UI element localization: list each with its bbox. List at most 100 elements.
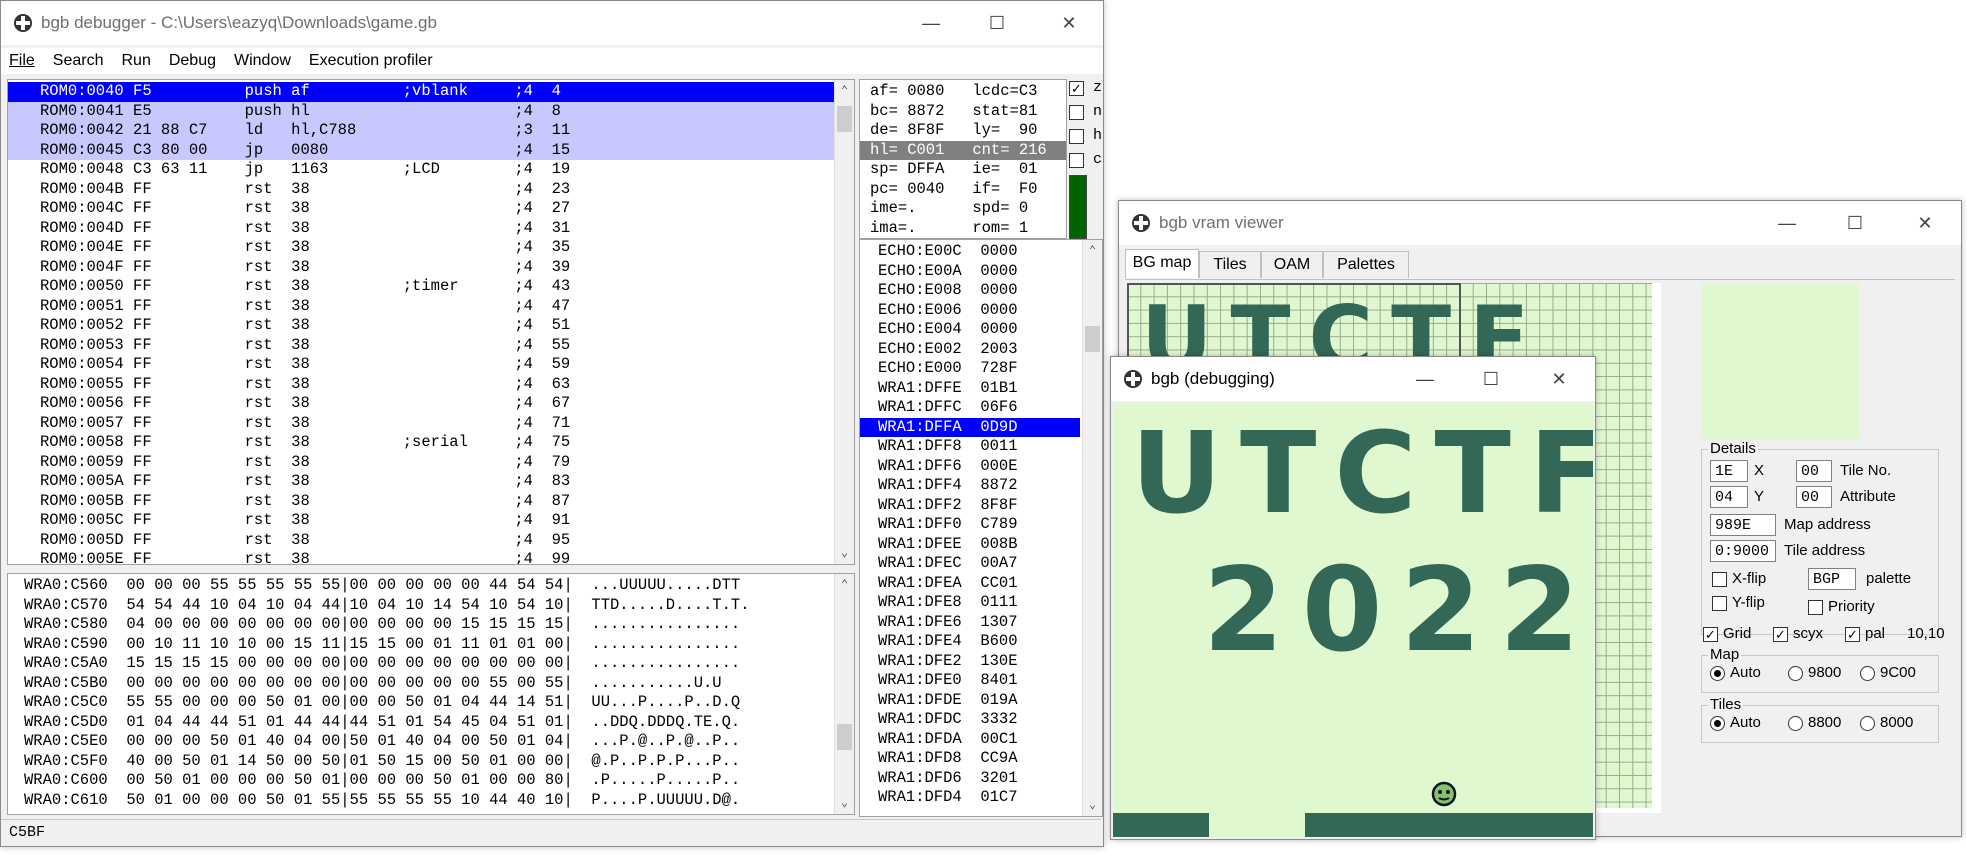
pal-checkbox[interactable]: ✓ bbox=[1845, 627, 1860, 642]
list-item[interactable]: ROM0:005B FF rst 38 ;4 87 bbox=[8, 492, 845, 512]
scroll-down-arrow-icon[interactable]: ⌄ bbox=[835, 544, 854, 562]
list-item[interactable]: ROM0:0057 FF rst 38 ;4 71 bbox=[8, 414, 845, 434]
registers-panel[interactable]: af= 0080 lcdc=C3 bc= 8872 stat=81 de= 8F8F… bbox=[859, 79, 1067, 239]
attribute-field[interactable]: 00 bbox=[1796, 486, 1832, 508]
list-item[interactable]: ROM0:005C FF rst 38 ;4 91 bbox=[8, 511, 845, 531]
menu-file[interactable]: File bbox=[9, 52, 35, 70]
menu-execution-profiler[interactable]: Execution profiler bbox=[309, 52, 433, 70]
menu-run[interactable]: Run bbox=[121, 52, 150, 70]
scyx-checkbox[interactable]: ✓ bbox=[1773, 627, 1788, 642]
list-item[interactable]: WRA0:C570 54 54 44 10 04 10 04 44|10 04 … bbox=[8, 596, 834, 616]
list-item[interactable]: WRA0:C5C0 55 55 00 00 00 50 01 00|00 00 … bbox=[8, 693, 834, 713]
list-item[interactable]: WRA1:DFFA 0D9D bbox=[860, 417, 1080, 437]
scroll-thumb[interactable] bbox=[837, 106, 852, 132]
menu-debug[interactable]: Debug bbox=[169, 52, 216, 70]
tiles-8000-radio[interactable] bbox=[1860, 716, 1875, 731]
flag-c-checkbox[interactable] bbox=[1069, 153, 1084, 168]
stack-scrollbar[interactable]: ⌃ ⌄ bbox=[1082, 240, 1102, 816]
list-item[interactable]: ROM0:0059 FF rst 38 ;4 79 bbox=[8, 453, 845, 473]
tiles-auto-radio[interactable] bbox=[1710, 716, 1725, 731]
list-item[interactable]: ECHO:E00A 0000 bbox=[860, 262, 1080, 282]
list-item[interactable]: ROM0:0058 FF rst 38 ;serial ;4 75 bbox=[8, 433, 845, 453]
list-item[interactable]: ROM0:0051 FF rst 38 ;4 47 bbox=[8, 297, 845, 317]
tab-palettes[interactable]: Palettes bbox=[1323, 251, 1409, 278]
list-item[interactable]: ROM0:004F FF rst 38 ;4 39 bbox=[8, 258, 845, 278]
list-item[interactable]: ime=. spd= 0 bbox=[860, 199, 1066, 219]
tab-tiles[interactable]: Tiles bbox=[1199, 251, 1261, 278]
list-item[interactable]: ECHO:E006 0000 bbox=[860, 301, 1080, 321]
list-item[interactable]: ROM0:005D FF rst 38 ;4 95 bbox=[8, 531, 845, 551]
tile-x-field[interactable]: 1E bbox=[1710, 460, 1748, 482]
list-item[interactable]: WRA0:C5A0 15 15 15 15 00 00 00 00|00 00 … bbox=[8, 654, 834, 674]
list-item[interactable]: WRA0:C5D0 01 04 44 44 51 01 44 44|44 51 … bbox=[8, 713, 834, 733]
tiles-8800-radio[interactable] bbox=[1788, 716, 1803, 731]
list-item[interactable]: WRA1:DFE8 0111 bbox=[860, 593, 1080, 613]
list-item[interactable]: WRA0:C5F0 40 00 50 01 14 50 00 50|01 50 … bbox=[8, 752, 834, 772]
flag-n-checkbox[interactable] bbox=[1069, 105, 1084, 120]
scroll-up-arrow-icon[interactable]: ⌃ bbox=[835, 576, 854, 594]
list-item[interactable]: sp= DFFA ie= 01 bbox=[860, 160, 1066, 180]
maximize-button[interactable]: ☐ bbox=[1463, 357, 1519, 401]
list-item[interactable]: ECHO:E00C 0000 bbox=[860, 242, 1080, 262]
list-item[interactable]: WRA0:C560 00 00 00 55 55 55 55 55|00 00 … bbox=[8, 576, 834, 596]
tile-y-field[interactable]: 04 bbox=[1710, 486, 1748, 508]
palette-field[interactable]: BGP bbox=[1808, 568, 1856, 590]
tab-bg-map[interactable]: BG map bbox=[1125, 249, 1199, 278]
list-item[interactable]: WRA1:DFD8 CC9A bbox=[860, 749, 1080, 769]
list-item[interactable]: WRA1:DFE0 8401 bbox=[860, 671, 1080, 691]
yflip-checkbox[interactable] bbox=[1712, 596, 1727, 611]
list-item[interactable]: WRA0:C590 00 10 11 10 10 00 15 11|15 15 … bbox=[8, 635, 834, 655]
list-item[interactable]: ROM0:0040 F5 push af ;vblank ;4 4 bbox=[8, 82, 845, 102]
list-item[interactable]: ima=. rom= 1 bbox=[860, 219, 1066, 239]
list-item[interactable]: WRA1:DFDC 3332 bbox=[860, 710, 1080, 730]
xflip-checkbox[interactable] bbox=[1712, 572, 1727, 587]
menu-search[interactable]: Search bbox=[53, 52, 104, 70]
maximize-button[interactable]: ☐ bbox=[1827, 201, 1883, 245]
list-item[interactable]: WRA0:C610 50 01 00 00 00 50 01 55|55 55 … bbox=[8, 791, 834, 811]
close-button[interactable]: ✕ bbox=[1531, 357, 1587, 401]
list-item[interactable]: WRA0:C600 00 50 01 00 00 00 50 01|00 00 … bbox=[8, 771, 834, 791]
list-item[interactable]: pc= 0040 if= F0 bbox=[860, 180, 1066, 200]
list-item[interactable]: WRA1:DFF8 0011 bbox=[860, 437, 1080, 457]
list-item[interactable]: ROM0:0045 C3 80 00 jp 0080 ;4 15 bbox=[8, 140, 845, 160]
close-button[interactable]: ✕ bbox=[1897, 201, 1953, 245]
game-screen[interactable]: UTCTF 2022 bbox=[1113, 403, 1593, 837]
list-item[interactable]: ROM0:005A FF rst 38 ;4 83 bbox=[8, 472, 845, 492]
minimize-button[interactable]: — bbox=[1397, 357, 1453, 401]
list-item[interactable]: WRA1:DFE6 1307 bbox=[860, 613, 1080, 633]
list-item[interactable]: ROM0:0041 E5 push hl ;4 8 bbox=[8, 101, 845, 121]
list-item[interactable]: WRA0:C5B0 00 00 00 00 00 00 00 00|00 00 … bbox=[8, 674, 834, 694]
scroll-up-arrow-icon[interactable]: ⌃ bbox=[835, 82, 854, 100]
flag-h-checkbox[interactable] bbox=[1069, 129, 1084, 144]
grid-checkbox[interactable]: ✓ bbox=[1703, 627, 1718, 642]
list-item[interactable]: WRA1:DFE2 130E bbox=[860, 652, 1080, 672]
list-item[interactable]: ROM0:0054 FF rst 38 ;4 59 bbox=[8, 355, 845, 375]
memory-panel[interactable]: WRA0:C560 00 00 00 55 55 55 55 55|00 00 … bbox=[7, 573, 855, 815]
list-item[interactable]: WRA1:DFD6 3201 bbox=[860, 769, 1080, 789]
tile-address-field[interactable]: 0:9000 bbox=[1710, 540, 1776, 562]
list-item[interactable]: ROM0:0056 FF rst 38 ;4 67 bbox=[8, 394, 845, 414]
list-item[interactable]: WRA1:DFF2 8F8F bbox=[860, 496, 1080, 516]
list-item[interactable]: ROM0:0050 FF rst 38 ;timer ;4 43 bbox=[8, 277, 845, 297]
list-item[interactable]: WRA1:DFF0 C789 bbox=[860, 515, 1080, 535]
list-item[interactable]: ROM0:004E FF rst 38 ;4 35 bbox=[8, 238, 845, 258]
map-auto-radio[interactable] bbox=[1710, 666, 1725, 681]
stack-panel[interactable]: ECHO:E00C 0000 ECHO:E00A 0000 ECHO:E008 00… bbox=[859, 239, 1103, 817]
list-item[interactable]: ECHO:E002 2003 bbox=[860, 340, 1080, 360]
disassembly-panel[interactable]: ROM0:0040 F5 push af ;vblank ;4 4 ROM0:00… bbox=[7, 79, 855, 565]
flag-z-checkbox[interactable]: ✓ bbox=[1069, 81, 1084, 96]
list-item[interactable]: WRA1:DFE4 B600 bbox=[860, 632, 1080, 652]
list-item[interactable]: ROM0:005E FF rst 38 ;4 99 bbox=[8, 550, 845, 564]
minimize-button[interactable]: — bbox=[1759, 201, 1815, 245]
tile-no-field[interactable]: 00 bbox=[1796, 460, 1832, 482]
scroll-down-arrow-icon[interactable]: ⌄ bbox=[1083, 796, 1102, 814]
list-item[interactable]: WRA0:C5E0 00 00 00 50 01 40 04 00|50 01 … bbox=[8, 732, 834, 752]
debugger-titlebar[interactable]: bgb debugger - C:\Users\eazyq\Downloads\… bbox=[1, 1, 1103, 45]
list-item[interactable]: ROM0:0042 21 88 C7 ld hl,C788 ;3 11 bbox=[8, 121, 845, 141]
list-item[interactable]: hl= C001 cnt= 216 bbox=[860, 140, 1066, 160]
list-item[interactable]: ROM0:0052 FF rst 38 ;4 51 bbox=[8, 316, 845, 336]
map-9c00-radio[interactable] bbox=[1860, 666, 1875, 681]
map-9800-radio[interactable] bbox=[1788, 666, 1803, 681]
list-item[interactable]: ROM0:0053 FF rst 38 ;4 55 bbox=[8, 336, 845, 356]
list-item[interactable]: WRA1:DFFC 06F6 bbox=[860, 398, 1080, 418]
